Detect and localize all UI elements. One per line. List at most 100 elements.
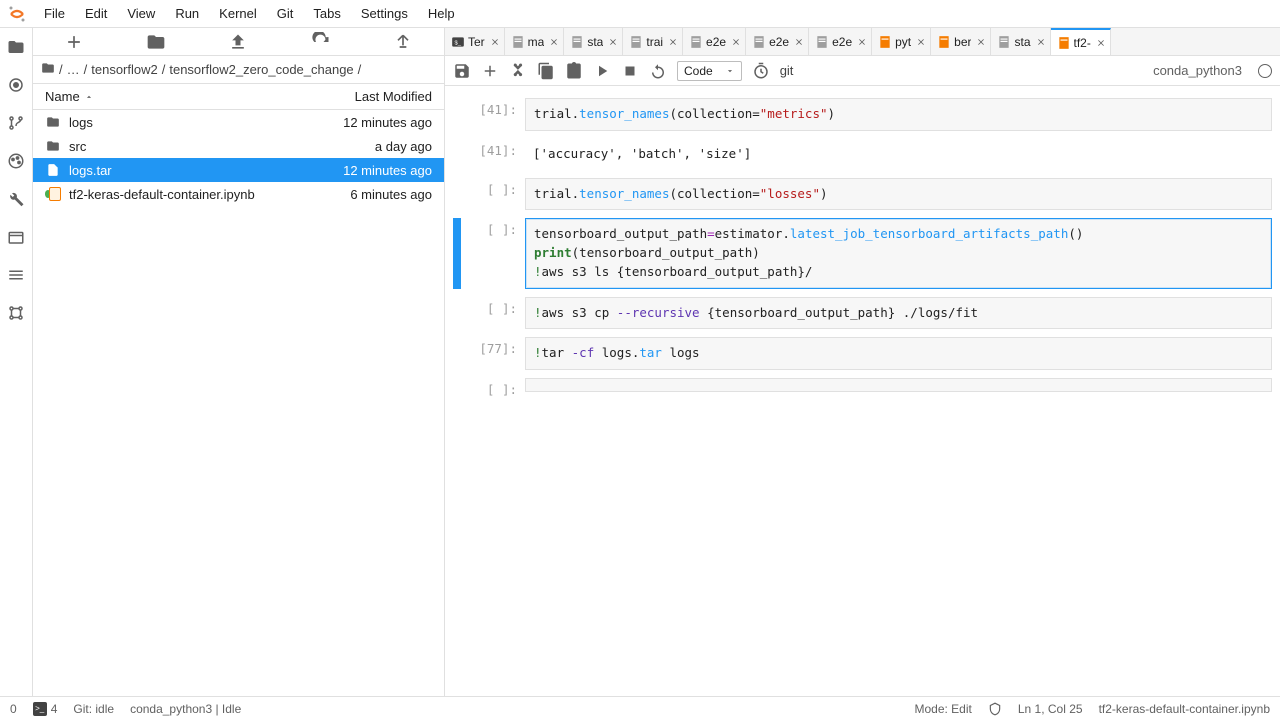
run-icon[interactable] xyxy=(593,62,611,80)
menu-file[interactable]: File xyxy=(34,2,75,25)
paste-icon[interactable] xyxy=(565,62,583,80)
file-name: src xyxy=(69,139,86,154)
code-cell[interactable]: [ ]:trial.tensor_names(collection="losse… xyxy=(453,178,1272,211)
code-cell[interactable]: [41]:trial.tensor_names(collection="metr… xyxy=(453,98,1272,131)
cell-output: ['accuracy', 'batch', 'size'] xyxy=(525,139,1272,170)
menu-help[interactable]: Help xyxy=(418,2,465,25)
code-cell[interactable]: [ ]:tensorboard_output_path=estimator.la… xyxy=(453,218,1272,288)
tab-file-icon xyxy=(878,35,892,49)
new-folder-icon[interactable] xyxy=(146,32,166,52)
file-modified: 12 minutes ago xyxy=(343,163,432,178)
cell-code[interactable]: trial.tensor_names(collection="losses") xyxy=(525,178,1272,211)
file-row[interactable]: srca day ago xyxy=(33,134,444,158)
tab[interactable]: e2e xyxy=(746,28,809,55)
restart-icon[interactable] xyxy=(649,62,667,80)
refresh-icon[interactable] xyxy=(311,32,331,52)
file-row[interactable]: logs.tar 12 minutes ago xyxy=(33,158,444,182)
status-kernel[interactable]: conda_python3 | Idle xyxy=(130,702,241,716)
copy-icon[interactable] xyxy=(537,62,555,80)
cell-code[interactable]: tensorboard_output_path=estimator.latest… xyxy=(525,218,1272,288)
column-modified[interactable]: Last Modified xyxy=(355,89,432,104)
menu-tabs[interactable]: Tabs xyxy=(303,2,350,25)
kernel-name[interactable]: conda_python3 xyxy=(1153,63,1242,78)
file-name: logs.tar xyxy=(69,163,112,178)
tab[interactable]: tf2- xyxy=(1051,28,1111,55)
cell-code[interactable]: !tar -cf logs.tar logs xyxy=(525,337,1272,370)
menu-kernel[interactable]: Kernel xyxy=(209,2,267,25)
output-cell[interactable]: [41]:['accuracy', 'batch', 'size'] xyxy=(453,139,1272,170)
new-launcher-icon[interactable] xyxy=(64,32,84,52)
tab[interactable]: ma xyxy=(505,28,565,55)
git-branch-icon[interactable] xyxy=(5,112,27,134)
file-modified: 12 minutes ago xyxy=(343,115,432,130)
menu-edit[interactable]: Edit xyxy=(75,2,117,25)
palette-icon[interactable] xyxy=(5,150,27,172)
git-clone-icon[interactable] xyxy=(393,32,413,52)
file-row[interactable]: logs12 minutes ago xyxy=(33,110,444,134)
close-icon[interactable] xyxy=(666,35,680,49)
code-cell[interactable]: [ ]:!aws s3 cp --recursive {tensorboard_… xyxy=(453,297,1272,330)
close-icon[interactable] xyxy=(606,35,620,49)
code-cell[interactable]: [77]:!tar -cf logs.tar logs xyxy=(453,337,1272,370)
close-icon[interactable] xyxy=(547,35,561,49)
git-label[interactable]: git xyxy=(780,63,794,78)
close-icon[interactable] xyxy=(974,35,988,49)
menu-run[interactable]: Run xyxy=(165,2,209,25)
breadcrumb-seg[interactable]: tensorflow2_zero_code_change xyxy=(169,62,353,77)
cell-code[interactable]: trial.tensor_names(collection="metrics") xyxy=(525,98,1272,131)
file-browser: / … / tensorflow2 / tensorflow2_zero_cod… xyxy=(33,28,445,696)
timer-icon[interactable] xyxy=(752,62,770,80)
status-mode[interactable]: Mode: Edit xyxy=(914,702,971,716)
close-icon[interactable] xyxy=(792,35,806,49)
cell-code[interactable]: !aws s3 cp --recursive {tensorboard_outp… xyxy=(525,297,1272,330)
celltype-select[interactable]: Code xyxy=(677,61,742,81)
menu-git[interactable]: Git xyxy=(267,2,304,25)
column-name[interactable]: Name xyxy=(45,89,80,104)
tab[interactable]: pyt xyxy=(872,28,931,55)
tab[interactable]: e2e xyxy=(683,28,746,55)
code-cell[interactable]: [ ]: xyxy=(453,378,1272,397)
editor-area: $_Termastatraie2ee2ee2epytberstatf2- Cod… xyxy=(445,28,1280,696)
close-icon[interactable] xyxy=(914,35,928,49)
activity-bar xyxy=(0,28,33,696)
status-terminal[interactable]: >_4 xyxy=(33,702,58,716)
target-icon[interactable] xyxy=(5,74,27,96)
kernel-status-icon[interactable] xyxy=(1258,64,1272,78)
close-icon[interactable] xyxy=(488,35,502,49)
wrench-icon[interactable] xyxy=(5,188,27,210)
close-icon[interactable] xyxy=(729,35,743,49)
tabs-icon[interactable] xyxy=(5,226,27,248)
trust-icon[interactable] xyxy=(988,702,1002,716)
breadcrumb-seg[interactable]: / xyxy=(59,62,63,77)
folder-icon[interactable] xyxy=(5,36,27,58)
stop-icon[interactable] xyxy=(621,62,639,80)
flow-icon[interactable] xyxy=(5,302,27,324)
breadcrumb-seg[interactable]: … xyxy=(67,62,80,77)
cell-code[interactable] xyxy=(525,378,1272,392)
close-icon[interactable] xyxy=(855,35,869,49)
file-browser-toolbar xyxy=(33,28,444,56)
tab[interactable]: sta xyxy=(991,28,1050,55)
tab[interactable]: $_Ter xyxy=(445,28,505,55)
save-icon[interactable] xyxy=(453,62,471,80)
list-icon[interactable] xyxy=(5,264,27,286)
status-filename[interactable]: tf2-keras-default-container.ipynb xyxy=(1099,702,1270,716)
cut-icon[interactable] xyxy=(509,62,527,80)
close-icon[interactable] xyxy=(1094,36,1108,50)
close-icon[interactable] xyxy=(1034,35,1048,49)
menu-settings[interactable]: Settings xyxy=(351,2,418,25)
menu-view[interactable]: View xyxy=(117,2,165,25)
add-cell-icon[interactable] xyxy=(481,62,499,80)
tab[interactable]: sta xyxy=(564,28,623,55)
status-left1[interactable]: 0 xyxy=(10,702,17,716)
notebook[interactable]: [41]:trial.tensor_names(collection="metr… xyxy=(445,86,1280,696)
tab[interactable]: trai xyxy=(623,28,683,55)
breadcrumb[interactable]: / … / tensorflow2 / tensorflow2_zero_cod… xyxy=(33,56,444,84)
status-cursor[interactable]: Ln 1, Col 25 xyxy=(1018,702,1083,716)
file-row[interactable]: tf2-keras-default-container.ipynb6 minut… xyxy=(33,182,444,206)
upload-icon[interactable] xyxy=(228,32,248,52)
tab[interactable]: e2e xyxy=(809,28,872,55)
tab[interactable]: ber xyxy=(931,28,991,55)
breadcrumb-seg[interactable]: tensorflow2 xyxy=(91,62,157,77)
status-git[interactable]: Git: idle xyxy=(73,702,114,716)
